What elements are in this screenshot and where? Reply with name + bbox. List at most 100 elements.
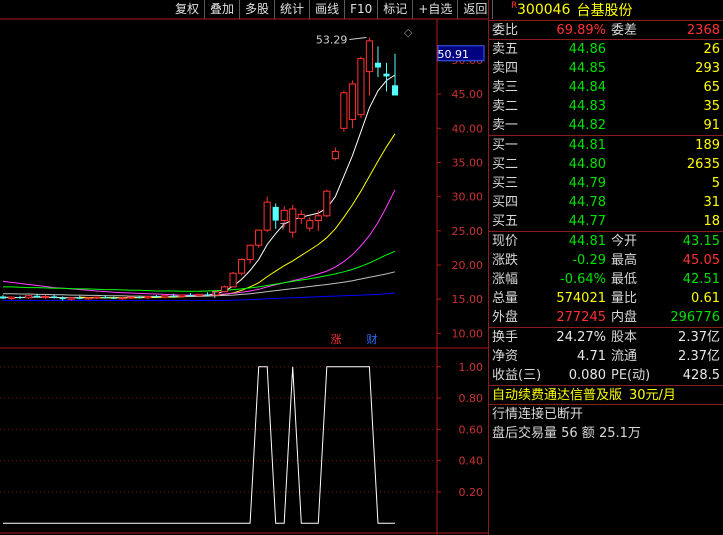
pe-value: 428.5 [682,368,720,383]
level-label: 卖一 [492,118,519,133]
chg-label: 涨跌 [492,253,519,268]
ask-row[interactable]: 卖五 44.86 26 [489,40,723,59]
high-label: 最高 [611,253,638,268]
level-price: 44.84 [568,80,606,95]
y-tick-label: 45.00 [452,88,484,101]
bid-row[interactable]: 买四 44.78 31 [489,193,723,212]
level-label: 卖二 [492,99,519,114]
candles [0,37,399,301]
high-annotation: 53.29 [316,34,348,47]
promo-price[interactable]: 30元/月 [629,386,676,405]
moving-averages [2,74,396,301]
level-label: 卖三 [492,80,519,95]
diff-label: 委差 [611,23,638,38]
float-value: 2.37亿 [678,349,720,364]
ask-row[interactable]: 卖一 44.82 91 [489,116,723,135]
level-label: 买五 [492,214,519,229]
y-tick-label: 40.00 [452,122,484,135]
candle-body [170,295,177,297]
promo-text[interactable]: 自动续费通达信普及版 [492,386,622,405]
candle-body [93,296,101,299]
pe-label: PE(动) [611,368,651,383]
indicator-tick-label: 0.20 [459,486,484,499]
ma-line [2,189,396,296]
stock-name: 台基股份 [576,3,633,19]
eps-value: 0.080 [568,368,606,383]
bid-row[interactable]: 买一 44.81 189 [489,136,723,155]
candle-body [127,296,135,299]
chg-value: -0.29 [572,253,606,268]
candle-body [357,58,365,116]
open-value: 43.15 [682,234,720,249]
indicator-tick-label: 0.80 [459,392,484,405]
candle-body [42,295,50,298]
candle-body [263,201,271,231]
candle-body [59,297,66,300]
quote-block: 现价 44.81 今开 43.15 涨跌 -0.29 最高 45.05 涨幅 -… [489,232,723,328]
level-price: 44.85 [568,61,606,76]
level-price: 44.77 [568,214,606,229]
candle-body [24,295,33,299]
ratio-value: 69.89% [556,23,606,38]
level-price: 44.79 [568,176,606,191]
ma-line [3,271,396,297]
y-tick-label: 15.00 [452,293,484,306]
event-mark: 涨 [331,333,342,346]
level-volume: 31 [703,195,720,210]
level-price: 44.82 [568,118,606,133]
bid-row[interactable]: 买三 44.79 5 [489,174,723,193]
level-volume: 18 [703,214,720,229]
ask-row[interactable]: 卖二 44.83 35 [489,97,723,116]
candle-body [0,296,7,299]
margin-badge: R [511,1,518,11]
candle-body [306,220,314,229]
candle-body [76,297,83,299]
vol-value: 574021 [556,291,606,306]
level-volume: 65 [703,80,720,95]
connection-row: 行情连接已断开 [489,405,723,424]
committee-row: 委比 69.89% 委差 2368 [489,21,723,40]
candle-body [272,206,279,221]
kline-chart[interactable]: 50.0045.0040.0035.0030.0025.0020.0015.00… [0,0,488,535]
now-label: 现价 [492,234,519,249]
level-volume: 5 [711,176,720,191]
candle-body [153,296,160,298]
ask-row[interactable]: 卖三 44.84 65 [489,78,723,97]
candle-body [365,40,374,73]
level-label: 卖四 [492,61,519,76]
candle-body [314,215,322,222]
candle-body [187,295,194,297]
level-label: 买三 [492,176,519,191]
quote-panel: R 300046 台基股份 委比 69.89% 委差 2368 卖五 44.86 2… [488,0,723,535]
indicator-tick-label: 1.00 [459,361,484,374]
level-price: 44.83 [568,99,606,114]
indicator-tick-label: 0.60 [459,423,484,436]
event-mark: 财 [367,332,378,346]
now-value: 44.81 [568,234,606,249]
promo-row[interactable]: 自动续费通达信普及版 30元/月 [489,386,723,405]
bid-book: 买一 44.81 189 买二 44.80 2635 买三 44.79 5 买四 44.78 31 买五… [489,136,723,232]
in-label: 内盘 [611,310,638,325]
candle-body [136,297,143,299]
level-label: 卖五 [492,42,519,57]
trade-mark: T [279,222,286,232]
after-hours-row: 盘后交易量 56 额 25.1万 [489,424,723,443]
bid-row[interactable]: 买五 44.77 18 [489,212,723,231]
turnover-value: 24.27% [556,330,606,345]
ma-line [3,250,396,292]
bid-row[interactable]: 买二 44.80 2635 [489,155,723,174]
candle-body [229,272,237,288]
indicator-panel [3,366,395,524]
candle-body [144,295,152,299]
y-tick-label: 20.00 [452,259,484,272]
vr-value: 0.61 [691,291,720,306]
ask-row[interactable]: 卖四 44.85 293 [489,59,723,78]
candle-body [340,92,348,129]
open-label: 今开 [611,234,638,249]
ma-line [79,133,396,299]
nav-value: 4.71 [577,349,606,364]
float-label: 流通 [611,349,638,364]
candle-body [178,294,186,297]
level-price: 44.80 [568,157,606,172]
fundamentals-block: 换手 24.27% 股本 2.37亿 净资 4.71 流通 2.37亿 收益(三… [489,328,723,386]
